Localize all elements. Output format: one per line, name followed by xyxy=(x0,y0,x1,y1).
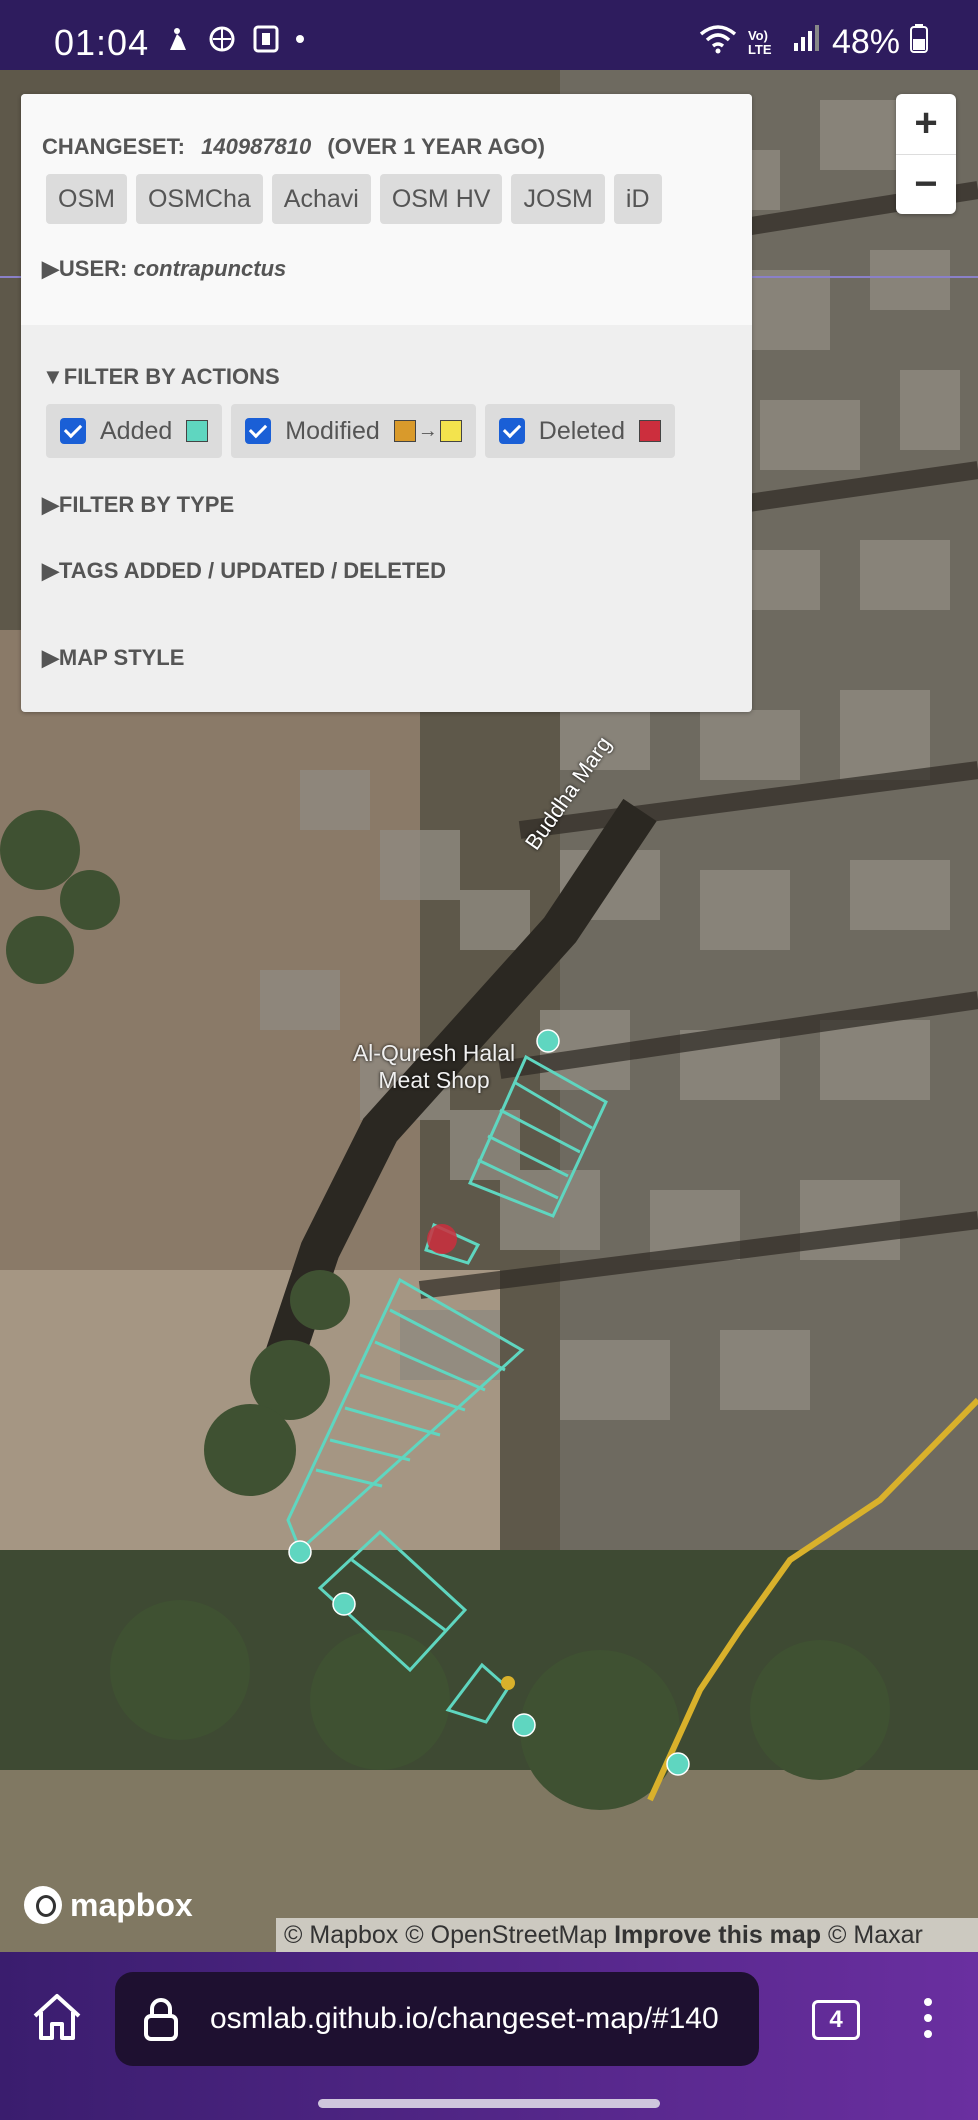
battery-level: 48% xyxy=(831,23,900,61)
changeset-panel: CHANGESET: 140987810 (OVER 1 YEAR AGO) O… xyxy=(21,94,752,712)
app-icon xyxy=(252,24,280,59)
deleted-swatch xyxy=(638,420,661,442)
added-swatch xyxy=(186,420,209,442)
josm-link-button[interactable]: JOSM xyxy=(511,174,605,224)
user-name[interactable]: contrapunctus xyxy=(134,256,287,281)
mapbox-icon xyxy=(24,1886,62,1924)
changeset-label: CHANGESET: xyxy=(42,134,186,159)
signal-icon xyxy=(792,23,822,62)
notification-icon xyxy=(162,24,192,59)
more-options-icon[interactable] xyxy=(922,1996,934,2045)
user-toggle[interactable]: ▶USER: contrapunctus xyxy=(42,256,286,282)
added-label: Added xyxy=(100,416,173,445)
modified-arrow: → xyxy=(417,419,438,442)
map-attribution: © Mapbox © OpenStreetMap Improve this ma… xyxy=(276,1918,978,1952)
changeset-number: 140987810 xyxy=(201,134,312,159)
id-link-button[interactable]: iD xyxy=(613,174,662,224)
deleted-label: Deleted xyxy=(538,416,625,445)
action-filters: Added Modified → Deleted xyxy=(46,404,675,458)
changeset-age: (OVER 1 YEAR AGO) xyxy=(327,134,545,159)
lte-label: Vo) LTE xyxy=(747,27,772,57)
mapbox-logo[interactable]: mapbox xyxy=(24,1886,193,1924)
modified-checkbox[interactable] xyxy=(245,418,272,444)
home-icon[interactable] xyxy=(30,1992,84,2049)
osmhv-link-button[interactable]: OSM HV xyxy=(379,174,503,224)
tab-switcher-button[interactable]: 4 xyxy=(812,2000,860,2040)
address-bar[interactable]: osmlab.github.io/changeset-map/#140 xyxy=(115,1972,759,2066)
vpn-icon xyxy=(206,24,238,59)
improve-map-link[interactable]: Improve this map xyxy=(614,1921,821,1949)
external-links: OSM OSMCha Achavi OSM HV JOSM iD xyxy=(46,174,662,224)
deleted-node xyxy=(427,1224,457,1254)
deleted-checkbox[interactable] xyxy=(498,418,525,444)
changeset-title: CHANGESET: 140987810 (OVER 1 YEAR AGO) xyxy=(42,134,545,160)
lock-icon[interactable] xyxy=(143,1996,179,2047)
status-right: Vo) LTE 48% xyxy=(698,22,928,63)
zoom-out-button[interactable]: − xyxy=(896,155,956,215)
mapbox-wordmark: mapbox xyxy=(70,1886,193,1923)
user-label: ▶USER: xyxy=(42,256,128,281)
battery-icon xyxy=(910,23,928,62)
attribution-osm[interactable]: © OpenStreetMap xyxy=(405,1921,607,1949)
status-time: 01:04 xyxy=(54,22,150,63)
notification-icons xyxy=(162,24,306,59)
poi-label: Al-Quresh Halal Meat Shop xyxy=(334,1040,534,1094)
filter-modified[interactable]: Modified → xyxy=(231,404,476,458)
filter-deleted[interactable]: Deleted xyxy=(484,404,675,458)
filter-type-toggle[interactable]: ▶FILTER BY TYPE xyxy=(42,492,234,518)
modified-label: Modified xyxy=(285,416,380,445)
osmcha-link-button[interactable]: OSMCha xyxy=(135,174,263,224)
modified-from-swatch xyxy=(393,420,416,442)
osm-link-button[interactable]: OSM xyxy=(46,174,127,224)
attribution-maxar[interactable]: © Maxar xyxy=(828,1921,923,1949)
poi-label-line1: Al-Quresh Halal xyxy=(352,1040,516,1066)
attribution-mapbox[interactable]: © Mapbox xyxy=(284,1921,398,1949)
gesture-home-bar[interactable] xyxy=(318,2099,660,2108)
tags-toggle[interactable]: ▶TAGS ADDED / UPDATED / DELETED xyxy=(42,558,446,584)
zoom-controls: + − xyxy=(896,94,956,214)
status-bar: 01:04 Vo) LTE 48% xyxy=(0,0,978,70)
poi-label-line2: Meat Shop xyxy=(378,1067,490,1093)
filter-added[interactable]: Added xyxy=(46,404,223,458)
achavi-link-button[interactable]: Achavi xyxy=(271,174,371,224)
added-checkbox[interactable] xyxy=(60,418,86,444)
map-style-toggle[interactable]: ▶MAP STYLE xyxy=(42,645,184,671)
browser-toolbar: osmlab.github.io/changeset-map/#140 4 xyxy=(0,1952,978,2120)
modified-swatches: → xyxy=(393,419,462,443)
modified-to-swatch xyxy=(439,420,462,442)
dot-icon xyxy=(294,24,306,59)
zoom-in-button[interactable]: + xyxy=(896,94,956,155)
url-text[interactable]: osmlab.github.io/changeset-map/#140 xyxy=(210,2002,750,2036)
wifi-icon xyxy=(698,22,738,63)
filter-actions-toggle[interactable]: ▼FILTER BY ACTIONS xyxy=(42,364,280,390)
